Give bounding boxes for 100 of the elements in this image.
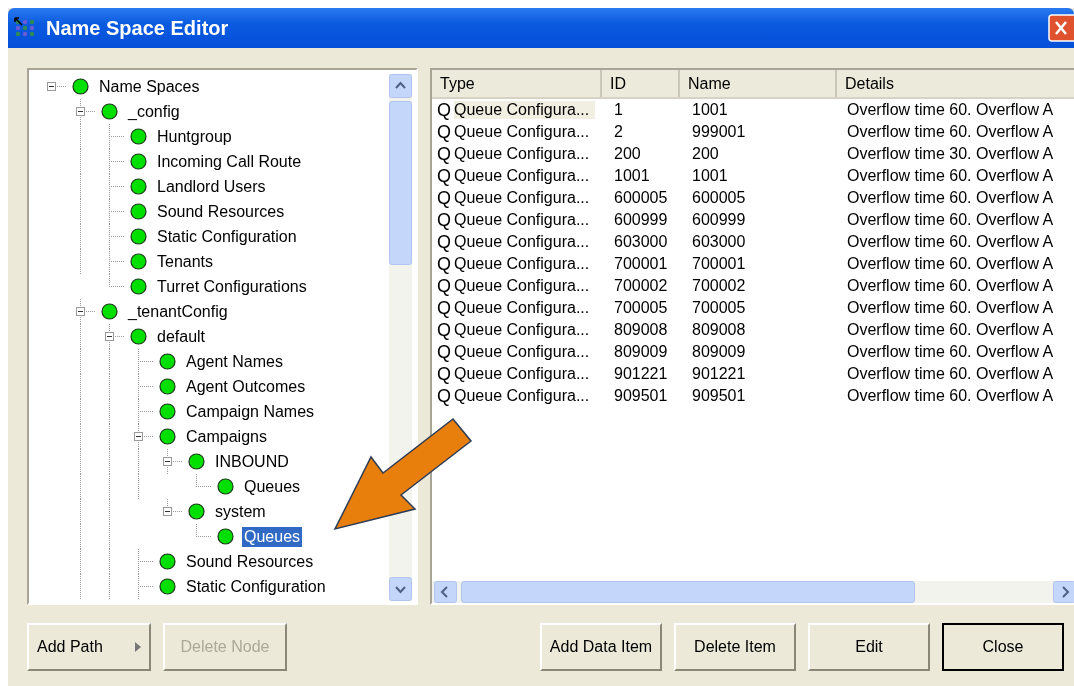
status-dot-icon [188, 503, 205, 520]
scroll-up-icon[interactable] [389, 74, 412, 98]
table-cell-text: 600005 [691, 189, 747, 207]
status-dot-icon [159, 403, 176, 420]
table-cell[interactable]: Queue Configura... [454, 167, 596, 185]
table-cell-text: 200 [691, 145, 720, 163]
table-cell-text: 603000 [691, 233, 747, 251]
table-cell-text: 700001 [691, 255, 747, 273]
table-cell-text: Overflow time 30. Overflow A [846, 145, 1055, 163]
table-cell-text: Overflow time 60. Overflow A [846, 343, 1055, 361]
type-icon: Q [437, 187, 451, 209]
type-icon: Q [437, 341, 451, 363]
tree-item[interactable]: Static Configuration [184, 576, 328, 597]
table-cell[interactable]: Queue Configura... [454, 255, 596, 273]
tree-item[interactable]: Huntgroup [155, 126, 234, 147]
tree-item[interactable]: _tenantConfig [126, 301, 230, 322]
table-cell-text: 901221 [691, 365, 747, 383]
status-dot-icon [130, 328, 147, 345]
dialog-button[interactable]: Edit [808, 623, 930, 671]
scroll-left-icon[interactable] [434, 581, 457, 603]
table-cell-text: 700005 [613, 299, 669, 317]
table-cell[interactable]: Queue Configura... [454, 321, 596, 339]
tree-item[interactable]: Static Configuration [155, 226, 299, 247]
table-cell-text: 2 [613, 123, 624, 141]
column-header[interactable]: ID [602, 70, 680, 97]
table-cell-text: 700002 [691, 277, 747, 295]
scroll-down-icon[interactable] [389, 577, 412, 601]
dialog-button[interactable]: Add Data Item [540, 623, 662, 671]
tree-item[interactable]: Agent Outcomes [184, 376, 308, 397]
table-cell-text: Overflow time 60. Overflow A [846, 167, 1055, 185]
tree-item[interactable]: Sound Resources [155, 201, 287, 222]
collapse-icon[interactable] [134, 432, 143, 441]
submenu-arrow-icon [135, 642, 141, 652]
table-cell-text: 809009 [691, 343, 747, 361]
table-cell[interactable]: Queue Configura... [454, 277, 596, 295]
table-cell[interactable]: Queue Configura... [454, 101, 596, 119]
tree-item[interactable]: Queues [242, 526, 303, 547]
tree-item[interactable]: Campaign Names [184, 401, 317, 422]
type-icon: Q [437, 275, 451, 297]
tree-item[interactable]: Agent Names [184, 351, 285, 372]
close-icon[interactable] [1048, 14, 1074, 42]
collapse-icon[interactable] [47, 82, 56, 91]
table-cell-text: 1001 [613, 167, 651, 185]
table-cell[interactable]: Queue Configura... [454, 365, 596, 383]
collapse-icon[interactable] [76, 107, 85, 116]
tree-item[interactable]: Name Spaces [97, 76, 202, 97]
column-header[interactable]: Type [432, 70, 602, 97]
scroll-right-icon[interactable] [1053, 581, 1074, 603]
toolbar-button[interactable]: Add Path [27, 623, 151, 671]
tree-item[interactable]: INBOUND [213, 451, 291, 472]
table-cell-text: 700001 [613, 255, 669, 273]
tree-item[interactable]: Sound Resources [184, 551, 316, 572]
status-dot-icon [159, 553, 176, 570]
table-cell[interactable]: Queue Configura... [454, 233, 596, 251]
status-dot-icon [159, 428, 176, 445]
table-cell-text: 600999 [613, 211, 669, 229]
status-dot-icon [130, 153, 147, 170]
tree-item[interactable]: default [155, 326, 208, 347]
tree-item[interactable]: system [213, 501, 268, 522]
table-cell[interactable]: Queue Configura... [454, 211, 596, 229]
table-cell[interactable]: Queue Configura... [454, 123, 596, 141]
tree-item[interactable]: Turret Configurations [155, 276, 309, 297]
status-dot-icon [159, 378, 176, 395]
column-header[interactable]: Details [837, 70, 1074, 97]
table-cell[interactable]: Queue Configura... [454, 343, 596, 361]
dialog-button[interactable]: Delete Item [674, 623, 796, 671]
table-cell-text: Overflow time 60. Overflow A [846, 189, 1055, 207]
tree-item[interactable]: Incoming Call Route [155, 151, 304, 172]
table-cell-text: 909501 [691, 387, 747, 405]
table-cell-text: 200 [613, 145, 642, 163]
table-cell-text: 600005 [613, 189, 669, 207]
table-cell[interactable]: Queue Configura... [454, 299, 596, 317]
table-cell-text: 809008 [613, 321, 669, 339]
horizontal-scrollbar[interactable] [432, 581, 1074, 603]
tree-item[interactable]: Landlord Users [155, 176, 268, 197]
table-cell-text: 809009 [613, 343, 669, 361]
table-cell[interactable]: Queue Configura... [454, 145, 596, 163]
table-cell[interactable]: Queue Configura... [454, 189, 596, 207]
table-cell-text: 700002 [613, 277, 669, 295]
table-cell-text: 700005 [691, 299, 747, 317]
type-icon: Q [437, 231, 451, 253]
table-cell[interactable]: Queue Configura... [454, 387, 596, 405]
type-icon: Q [437, 209, 451, 231]
tree-item[interactable]: _config [126, 101, 182, 122]
vertical-scrollbar[interactable] [389, 74, 412, 601]
collapse-icon[interactable] [163, 507, 172, 516]
tree-item[interactable]: Queues [242, 476, 303, 497]
dialog-button[interactable]: Close [942, 623, 1064, 671]
table-cell-text: Overflow time 60. Overflow A [846, 255, 1055, 273]
collapse-icon[interactable] [163, 457, 172, 466]
collapse-icon[interactable] [105, 332, 114, 341]
tree-item[interactable]: Campaigns [184, 426, 269, 447]
table-cell-text: 901221 [613, 365, 669, 383]
tree-item[interactable]: Tenants [155, 251, 216, 272]
status-dot-icon [101, 303, 118, 320]
column-header[interactable]: Name [680, 70, 837, 97]
table-cell-text: Overflow time 60. Overflow A [846, 321, 1055, 339]
collapse-icon[interactable] [76, 307, 85, 316]
status-dot-icon [159, 578, 176, 595]
table-cell-text: Overflow time 60. Overflow A [846, 277, 1055, 295]
